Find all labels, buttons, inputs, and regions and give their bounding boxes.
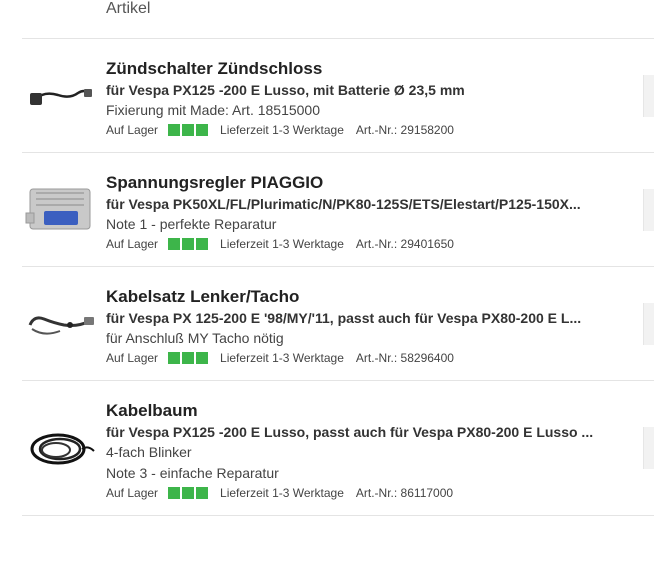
stock-indicator: [168, 238, 209, 250]
product-subtitle: für Vespa PK50XL/FL/Plurimatic/N/PK80-12…: [106, 196, 581, 212]
product-meta: Auf Lager Lieferzeit 1-3 Werktage Art.-N…: [106, 486, 453, 500]
stock-status: Auf Lager: [106, 486, 159, 500]
product-title[interactable]: Zündschalter Zündschloss: [106, 59, 322, 79]
delivery-time: Lieferzeit 1-3 Werktage: [220, 237, 344, 251]
cable-set-icon[interactable]: [24, 295, 98, 355]
ignition-switch-icon[interactable]: [24, 69, 98, 129]
product-row[interactable]: Kabelsatz Lenker/Tacho für Vespa PX 125-…: [22, 266, 654, 381]
product-row[interactable]: Kabelbaum für Vespa PX125 -200 E Lusso, …: [22, 380, 654, 516]
stock-indicator: [168, 352, 209, 364]
product-note: Note 3 - einfache Reparatur: [106, 465, 279, 481]
product-subtitle: für Vespa PX125 -200 E Lusso, mit Batter…: [106, 82, 465, 98]
row-side-tab[interactable]: [643, 75, 654, 117]
product-note: 4-fach Blinker: [106, 444, 192, 460]
delivery-time: Lieferzeit 1-3 Werktage: [220, 486, 344, 500]
wiring-harness-icon[interactable]: [24, 419, 98, 479]
product-meta: Auf Lager Lieferzeit 1-3 Werktage Art.-N…: [106, 237, 454, 251]
row-side-tab[interactable]: [643, 303, 654, 345]
stock-indicator: [168, 487, 209, 499]
voltage-regulator-icon[interactable]: [24, 179, 98, 239]
product-row[interactable]: Zündschalter Zündschloss für Vespa PX125…: [22, 38, 654, 153]
stock-status: Auf Lager: [106, 123, 159, 137]
article-number: Art.-Nr.: 29401650: [355, 237, 454, 251]
stock-status: Auf Lager: [106, 351, 159, 365]
delivery-time: Lieferzeit 1-3 Werktage: [220, 123, 344, 137]
article-number: Art.-Nr.: 86117000: [355, 486, 454, 500]
delivery-time: Lieferzeit 1-3 Werktage: [220, 351, 344, 365]
row-side-tab[interactable]: [643, 189, 654, 231]
article-number: Art.-Nr.: 58296400: [355, 351, 454, 365]
product-title[interactable]: Spannungsregler PIAGGIO: [106, 173, 323, 193]
product-title[interactable]: Kabelsatz Lenker/Tacho: [106, 287, 299, 307]
stock-status: Auf Lager: [106, 237, 159, 251]
product-title[interactable]: Kabelbaum: [106, 401, 198, 421]
column-header-artikel: Artikel: [106, 0, 151, 17]
product-meta: Auf Lager Lieferzeit 1-3 Werktage Art.-N…: [106, 123, 454, 137]
product-note: Note 1 - perfekte Reparatur: [106, 216, 277, 232]
product-subtitle: für Vespa PX125 -200 E Lusso, passt auch…: [106, 424, 594, 440]
article-number: Art.-Nr.: 29158200: [355, 123, 454, 137]
product-subtitle: für Vespa PX 125-200 E '98/MY/'11, passt…: [106, 310, 582, 326]
product-meta: Auf Lager Lieferzeit 1-3 Werktage Art.-N…: [106, 351, 454, 365]
row-side-tab[interactable]: [643, 427, 654, 469]
product-note: für Anschluß MY Tacho nötig: [106, 330, 284, 346]
product-row[interactable]: Spannungsregler PIAGGIO für Vespa PK50XL…: [22, 152, 654, 267]
product-note: Fixierung mit Made: Art. 18515000: [106, 102, 321, 118]
stock-indicator: [168, 124, 209, 136]
